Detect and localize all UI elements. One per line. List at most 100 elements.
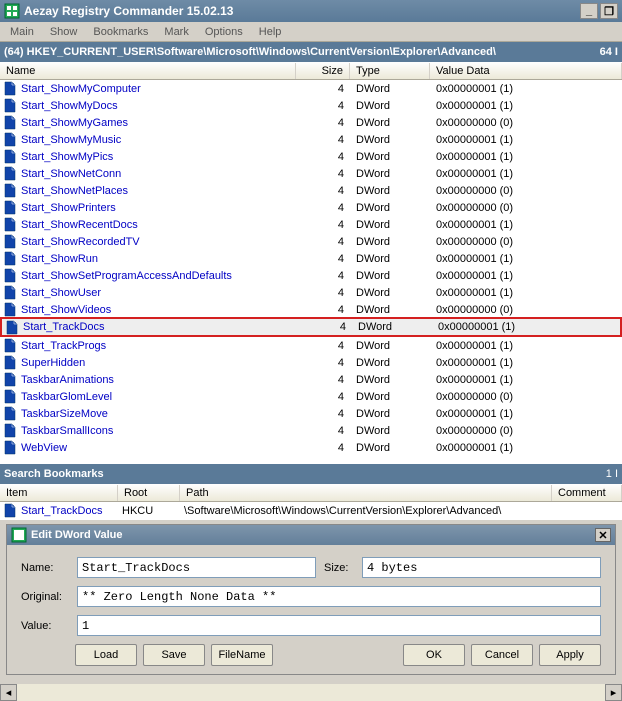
scroll-right-button[interactable]: ▸	[605, 684, 622, 701]
apply-button[interactable]: Apply	[539, 644, 601, 666]
table-row[interactable]: Start_ShowNetConn4DWord0x00000001 (1)	[0, 165, 622, 182]
file-icon	[4, 372, 17, 387]
row-type: DWord	[350, 374, 430, 386]
file-icon	[4, 183, 17, 198]
table-row[interactable]: Start_ShowRun4DWord0x00000001 (1)	[0, 250, 622, 267]
row-size: 4	[296, 270, 350, 282]
table-row[interactable]: Start_TrackDocs 4DWord0x00000001 (1)	[0, 317, 622, 337]
table-row[interactable]: Start_ShowSetProgramAccessAndDefaults4DW…	[0, 267, 622, 284]
file-icon	[4, 166, 17, 181]
scroll-left-button[interactable]: ◂	[0, 684, 17, 701]
row-value: 0x00000001 (1)	[430, 340, 622, 352]
table-row[interactable]: Start_ShowMyPics4DWord0x00000001 (1)	[0, 148, 622, 165]
row-size: 4	[296, 374, 350, 386]
listview: Name Size Type Value Data Start_ShowMyCo…	[0, 62, 622, 464]
row-size: 4	[298, 321, 352, 333]
row-size: 4	[296, 219, 350, 231]
menu-mark[interactable]: Mark	[158, 24, 194, 40]
table-row[interactable]: TaskbarSmallIcons4DWord0x00000000 (0)	[0, 422, 622, 439]
row-value: 0x00000001 (1)	[430, 134, 622, 146]
row-size: 4	[296, 357, 350, 369]
app-icon	[4, 3, 20, 19]
row-size: 4	[296, 408, 350, 420]
lv-body[interactable]: Start_ShowMyComputer4DWord0x00000001 (1)…	[0, 80, 622, 464]
row-value: 0x00000001 (1)	[430, 357, 622, 369]
row-value: 0x00000001 (1)	[432, 321, 620, 333]
row-value: 0x00000001 (1)	[430, 253, 622, 265]
row-size: 4	[296, 168, 350, 180]
row-name: Start_ShowRecordedTV	[21, 236, 140, 248]
table-row[interactable]: Start_ShowRecentDocs4DWord0x00000001 (1)	[0, 216, 622, 233]
table-row[interactable]: Start_TrackProgs4DWord0x00000001 (1)	[0, 337, 622, 354]
col-header-type[interactable]: Type	[350, 63, 430, 79]
row-size: 4	[296, 134, 350, 146]
row-name: TaskbarAnimations	[21, 374, 114, 386]
row-type: DWord	[350, 117, 430, 129]
sh-root[interactable]: Root	[118, 485, 180, 501]
minimize-button[interactable]: _	[580, 3, 598, 19]
row-size: 4	[296, 202, 350, 214]
path-text: HKEY_CURRENT_USER\Software\Microsoft\Win…	[27, 46, 496, 58]
table-row[interactable]: TaskbarGlomLevel4DWord0x00000000 (0)	[0, 388, 622, 405]
dialog-body: Name: Size: Original: Value: Load Save F…	[7, 545, 615, 674]
row-value: 0x00000000 (0)	[430, 117, 622, 129]
search-body[interactable]: Start_TrackDocs HKCU \Software\Microsoft…	[0, 502, 622, 520]
menu-bookmarks[interactable]: Bookmarks	[87, 24, 154, 40]
scroll-track[interactable]	[17, 684, 605, 701]
col-header-size[interactable]: Size	[296, 63, 350, 79]
file-icon	[4, 234, 17, 249]
pathbar: (64) HKEY_CURRENT_USER\Software\Microsof…	[0, 42, 622, 62]
row-type: DWord	[352, 321, 432, 333]
menubar: Main Show Bookmarks Mark Options Help	[0, 22, 622, 42]
table-row[interactable]: SuperHidden4DWord0x00000001 (1)	[0, 354, 622, 371]
row-size: 4	[296, 340, 350, 352]
row-name: TaskbarGlomLevel	[21, 391, 112, 403]
name-input[interactable]	[77, 557, 316, 578]
table-row[interactable]: TaskbarAnimations4DWord0x00000001 (1)	[0, 371, 622, 388]
edit-dialog: Edit DWord Value ✕ Name: Size: Original:…	[6, 524, 616, 675]
restore-button[interactable]: ❐	[600, 3, 618, 19]
menu-main[interactable]: Main	[4, 24, 40, 40]
row-name: Start_ShowNetPlaces	[21, 185, 128, 197]
row-name: WebView	[21, 442, 67, 454]
cancel-button[interactable]: Cancel	[471, 644, 533, 666]
path-right: 64 I	[600, 46, 618, 58]
table-row[interactable]: Start_ShowNetPlaces4DWord0x00000000 (0)	[0, 182, 622, 199]
search-row[interactable]: Start_TrackDocs HKCU \Software\Microsoft…	[0, 502, 622, 519]
sh-path[interactable]: Path	[180, 485, 552, 501]
size-input[interactable]	[362, 557, 601, 578]
table-row[interactable]: Start_ShowRecordedTV4DWord0x00000000 (0)	[0, 233, 622, 250]
table-row[interactable]: Start_ShowMyGames4DWord0x00000000 (0)	[0, 114, 622, 131]
table-row[interactable]: Start_ShowUser4DWord0x00000001 (1)	[0, 284, 622, 301]
table-row[interactable]: TaskbarSizeMove4DWord0x00000001 (1)	[0, 405, 622, 422]
row-size: 4	[296, 83, 350, 95]
row-name: Start_TrackDocs	[23, 321, 105, 333]
value-input[interactable]	[77, 615, 601, 636]
col-header-value[interactable]: Value Data	[430, 63, 622, 79]
load-button[interactable]: Load	[75, 644, 137, 666]
sh-item[interactable]: Item	[0, 485, 118, 501]
filename-button[interactable]: FileName	[211, 644, 273, 666]
dialog-close-button[interactable]: ✕	[595, 528, 611, 542]
row-name: Start_ShowVideos	[21, 304, 111, 316]
table-row[interactable]: Start_ShowMyDocs4DWord0x00000001 (1)	[0, 97, 622, 114]
table-row[interactable]: Start_ShowMyComputer4DWord0x00000001 (1)	[0, 80, 622, 97]
menu-help[interactable]: Help	[253, 24, 288, 40]
table-row[interactable]: Start_ShowVideos4DWord0x00000000 (0)	[0, 301, 622, 318]
sh-comment[interactable]: Comment	[552, 485, 622, 501]
col-header-name[interactable]: Name	[0, 63, 296, 79]
row-size: 4	[296, 287, 350, 299]
table-row[interactable]: Start_ShowPrinters4DWord0x00000000 (0)	[0, 199, 622, 216]
row-value: 0x00000000 (0)	[430, 202, 622, 214]
original-input[interactable]	[77, 586, 601, 607]
label-size: Size:	[324, 562, 354, 574]
ok-button[interactable]: OK	[403, 644, 465, 666]
table-row[interactable]: WebView4DWord0x00000001 (1)	[0, 439, 622, 456]
search-bar: Search Bookmarks 1 I	[0, 464, 622, 484]
menu-show[interactable]: Show	[44, 24, 84, 40]
file-icon	[4, 217, 17, 232]
row-type: DWord	[350, 219, 430, 231]
save-button[interactable]: Save	[143, 644, 205, 666]
table-row[interactable]: Start_ShowMyMusic4DWord0x00000001 (1)	[0, 131, 622, 148]
menu-options[interactable]: Options	[199, 24, 249, 40]
